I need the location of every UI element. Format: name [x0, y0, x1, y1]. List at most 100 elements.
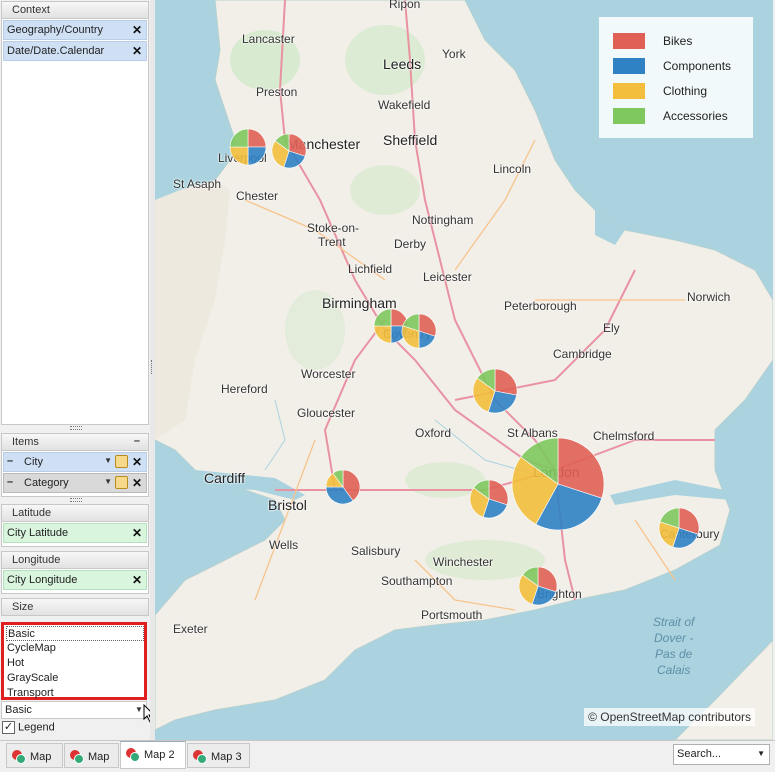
place-label: Wells: [269, 538, 299, 552]
fields-panel: Context Geography/Country ✕ Date/Date.Ca…: [0, 0, 156, 740]
place-label: Coventry: [383, 327, 432, 341]
item-field-category[interactable]: – Category ▼ ✕: [3, 473, 147, 493]
context-list: Geography/Country ✕ Date/Date.Calendar ✕: [1, 19, 149, 425]
dropdown-icon[interactable]: ▼: [104, 477, 112, 486]
place-label: Cambridge: [553, 347, 612, 361]
place-label: Bristol: [268, 497, 307, 513]
place-label: Gloucester: [297, 406, 356, 420]
place-label: Salisbury: [351, 544, 401, 558]
place-label: Norwich: [687, 290, 731, 304]
place-label: Cardiff: [204, 470, 245, 486]
place-label: St Asaph: [173, 177, 222, 191]
remove-icon[interactable]: ✕: [132, 455, 142, 469]
place-label: Lincoln: [493, 162, 532, 176]
place-label: Wakefield: [378, 98, 431, 112]
map-style-option[interactable]: Basic: [6, 626, 144, 641]
place-label: Hereford: [221, 382, 268, 396]
legend-item-bikes: Bikes: [613, 31, 753, 56]
place-label: Sheffield: [383, 132, 438, 148]
size-header: Size: [1, 598, 149, 616]
dropdown-icon[interactable]: ▼: [104, 456, 112, 465]
context-header: Context: [1, 1, 149, 19]
place-label: Portsmouth: [421, 608, 483, 622]
latitude-field[interactable]: City Latitude ✕: [3, 523, 147, 543]
collapse-icon[interactable]: –: [7, 455, 13, 467]
map-icon: [192, 749, 208, 765]
legend-swatch: [613, 58, 645, 74]
map-style-option[interactable]: CycleMap: [6, 641, 144, 656]
legend-swatch: [613, 108, 645, 124]
place-label: Leeds: [383, 56, 422, 72]
place-label: York: [442, 47, 466, 61]
splitter-grip[interactable]: [70, 426, 82, 430]
legend-item-components: Components: [613, 56, 753, 81]
place-label: Peterborough: [504, 299, 577, 313]
tab-map-2[interactable]: Map 2: [120, 741, 186, 769]
place-label: Chelmsford: [593, 429, 655, 443]
context-field-geography[interactable]: Geography/Country ✕: [3, 20, 147, 40]
remove-icon[interactable]: ✕: [132, 526, 142, 540]
place-label: Trent: [318, 235, 346, 249]
remove-icon[interactable]: ✕: [132, 23, 142, 37]
place-label: Brighton: [537, 587, 582, 601]
legend-swatch: [613, 83, 645, 99]
longitude-header: Longitude: [1, 551, 149, 569]
chevron-down-icon[interactable]: ▼: [757, 749, 765, 758]
map-legend: Bikes Components Clothing Accessories: [599, 17, 753, 138]
items-list: – City ▼ ✕ – Category ▼ ✕: [1, 451, 149, 497]
legend-item-clothing: Clothing: [613, 81, 753, 106]
place-label: Liverpool: [218, 151, 267, 165]
remove-icon[interactable]: ✕: [132, 44, 142, 58]
longitude-field[interactable]: City Longitude ✕: [3, 570, 147, 590]
legend-item-accessories: Accessories: [613, 106, 753, 131]
place-label: Stoke-on-: [307, 221, 360, 235]
tab-map-alt[interactable]: Map: [64, 743, 119, 768]
search-input[interactable]: Search... ▼: [673, 744, 770, 765]
place-label: London: [533, 464, 580, 480]
place-label: Southampton: [381, 574, 453, 588]
items-header: Items –: [1, 433, 149, 451]
remove-icon[interactable]: ✕: [132, 476, 142, 490]
place-label: Exeter: [173, 622, 208, 636]
map-view[interactable]: Ripon Lancaster Leeds York Preston Wakef…: [155, 0, 773, 740]
place-label: Preston: [256, 85, 298, 99]
map-icon: [125, 747, 141, 763]
map-style-option[interactable]: Hot: [6, 656, 144, 671]
place-label: Manchester: [287, 136, 361, 152]
configure-icon[interactable]: [115, 455, 128, 468]
latitude-list: City Latitude ✕: [1, 522, 149, 547]
tab-map-3[interactable]: Map 3: [187, 743, 250, 768]
place-label: Canterbury: [660, 527, 720, 541]
legend-checkbox[interactable]: ✓: [2, 721, 15, 734]
legend-checkbox-row[interactable]: ✓ Legend: [2, 721, 55, 737]
map-style-option[interactable]: Transport: [6, 686, 144, 701]
map-icon: [69, 749, 85, 765]
place-label: Chester: [236, 189, 279, 203]
place-label: Birmingham: [322, 295, 397, 311]
collapse-icon[interactable]: –: [7, 476, 13, 488]
sea-label: Strait of Dover - Pas de Calais: [653, 615, 695, 677]
map-style-select[interactable]: Basic ▼: [1, 701, 147, 719]
longitude-list: City Longitude ✕: [1, 569, 149, 594]
dashboard-tab-bar: Map Map Map 2 Map 3 Search... ▼: [0, 740, 775, 772]
item-field-city[interactable]: – City ▼ ✕: [3, 452, 147, 472]
place-label: Lichfield: [348, 262, 393, 276]
place-label: Leicester: [423, 270, 472, 284]
legend-swatch: [613, 33, 645, 49]
splitter-grip[interactable]: [70, 498, 82, 502]
place-label: Worcester: [301, 367, 356, 381]
map-style-option[interactable]: GrayScale: [6, 671, 144, 686]
place-label: Winchester: [433, 555, 494, 569]
context-field-date[interactable]: Date/Date.Calendar ✕: [3, 41, 147, 61]
place-label: Derby: [394, 237, 427, 251]
map-icon: [11, 749, 27, 765]
collapse-icon[interactable]: –: [134, 435, 140, 447]
place-label: St Albans: [507, 426, 558, 440]
place-label: Lancaster: [242, 32, 295, 46]
latitude-header: Latitude: [1, 504, 149, 522]
configure-icon[interactable]: [115, 476, 128, 489]
map-style-dropdown-list[interactable]: Basic CycleMap Hot GrayScale Transport: [1, 622, 147, 700]
map-attribution[interactable]: © OpenStreetMap contributors: [584, 708, 755, 726]
tab-map[interactable]: Map: [6, 743, 63, 768]
remove-icon[interactable]: ✕: [132, 573, 142, 587]
